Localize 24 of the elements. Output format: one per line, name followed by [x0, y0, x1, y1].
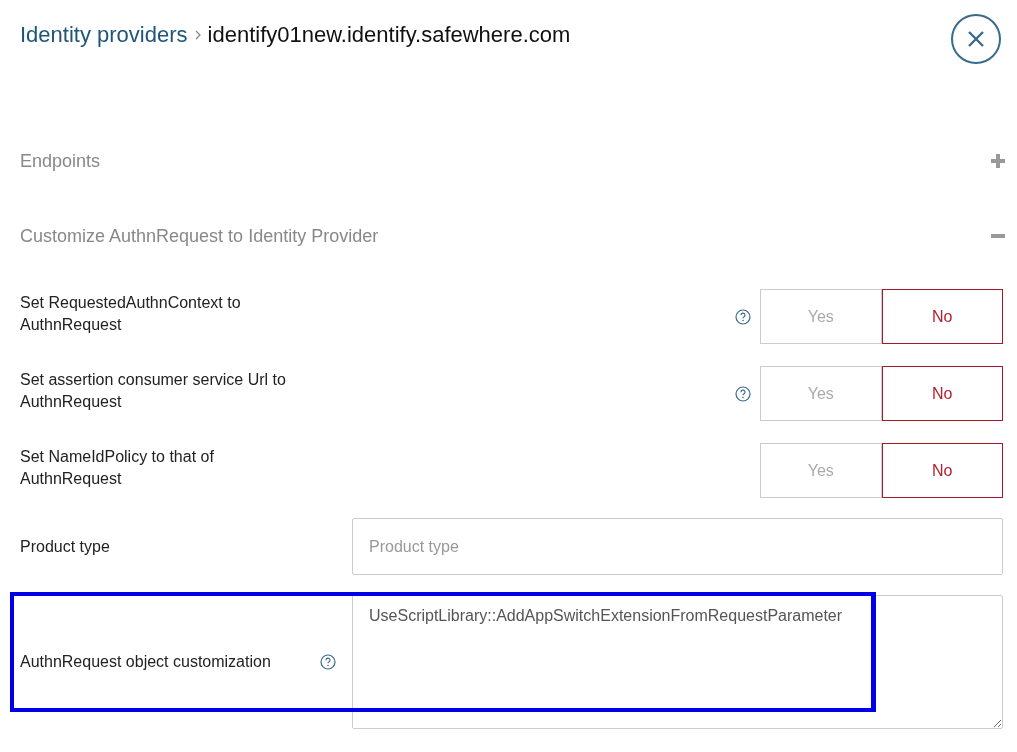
minus-icon — [991, 234, 1005, 238]
help-icon[interactable] — [320, 654, 336, 670]
chevron-right-icon — [193, 28, 202, 41]
field-label: Product type — [20, 536, 111, 557]
section-header[interactable]: Endpoints — [20, 150, 1005, 172]
help-icon[interactable] — [735, 385, 751, 402]
section-title: Customize AuthnRequest to Identity Provider — [20, 224, 379, 248]
field-label: AuthnRequest object customization — [20, 652, 272, 672]
help-icon[interactable] — [735, 308, 751, 325]
setting-label: Set RequestedAuthnContext to AuthnRequest — [20, 292, 242, 335]
customization-field[interactable]: UseScriptLibrary::AddAppSwitchExtensionFromRequestParameter — [352, 595, 1003, 729]
setting-label: Set assertion consumer service Url to AuthnRequest — [20, 369, 287, 412]
toggle-option[interactable]: No — [881, 366, 1003, 421]
setting-label: Set NameIdPolicy to that of AuthnRequest — [20, 446, 215, 489]
close-icon — [966, 29, 986, 49]
page-title: identify01new.identify.safewhere.com — [207, 21, 571, 49]
toggle-option[interactable]: No — [881, 289, 1003, 344]
section-header[interactable]: Customize AuthnRequest to Identity Provider — [20, 225, 1005, 247]
close-button[interactable] — [951, 14, 1001, 64]
section-title: Endpoints — [20, 149, 101, 173]
toggle-option[interactable]: No — [881, 443, 1003, 498]
product-type-field[interactable]: Product type — [352, 518, 1003, 575]
breadcrumb-link[interactable]: Identity providers — [20, 18, 188, 51]
plus-icon — [991, 154, 1005, 168]
